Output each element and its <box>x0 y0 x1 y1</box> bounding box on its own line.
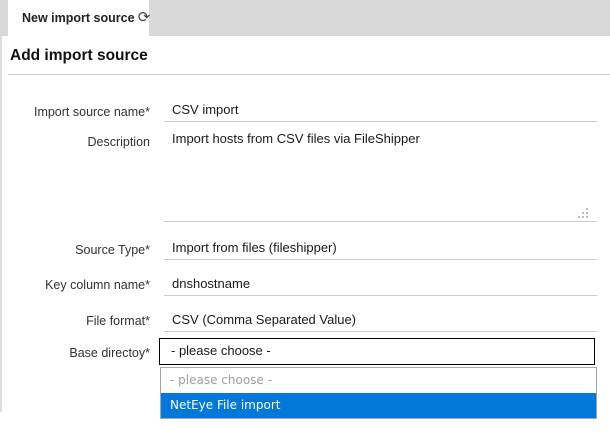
dropdown-option-please-choose[interactable]: - please choose - <box>161 368 596 393</box>
app-window: New import source ⟳ Add import source Im… <box>0 0 610 435</box>
source-type-input[interactable] <box>164 238 597 260</box>
description-textarea[interactable]: Import hosts from CSV files via FileShip… <box>164 126 597 222</box>
source-type-label: Source Type* <box>0 242 150 258</box>
tab-bar: New import source ⟳ <box>0 0 610 36</box>
import-source-name-input[interactable] <box>164 100 597 122</box>
import-source-name-label: Import source name* <box>0 104 150 120</box>
page-title: Add import source <box>10 47 148 65</box>
tab-new-import-source[interactable]: New import source <box>8 0 149 36</box>
key-column-name-label: Key column name* <box>0 277 150 293</box>
textarea-resize-grip-icon[interactable] <box>578 206 589 217</box>
dropdown-option-neteye-file-import[interactable]: NetEye File import <box>161 393 596 418</box>
base-directory-dropdown: - please choose - NetEye File import <box>160 367 597 419</box>
refresh-icon[interactable]: ⟳ <box>132 0 156 36</box>
base-directory-selected-value: - please choose - <box>160 339 594 363</box>
title-divider <box>8 74 610 75</box>
base-directory-select[interactable]: - please choose - <box>159 338 595 365</box>
description-label: Description <box>0 134 150 150</box>
base-directory-label: Base directoy* <box>0 345 150 361</box>
key-column-name-input[interactable] <box>164 274 597 296</box>
file-format-input[interactable] <box>164 310 597 332</box>
file-format-label: File format* <box>0 313 150 329</box>
